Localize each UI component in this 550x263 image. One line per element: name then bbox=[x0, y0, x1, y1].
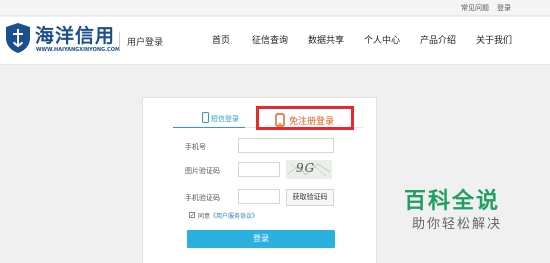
tab-sms-login[interactable]: 短信登录 bbox=[211, 114, 239, 124]
nav-personal-center[interactable]: 个人中心 bbox=[364, 33, 400, 46]
agreement-text: 同意《用户服务协议》 bbox=[198, 211, 258, 220]
shield-logo-icon bbox=[6, 23, 30, 53]
captcha-image[interactable]: 9G bbox=[286, 160, 332, 179]
watermark-subtitle: 助你轻松解决 bbox=[412, 217, 503, 232]
phone-input[interactable] bbox=[238, 138, 334, 153]
logo-text[interactable]: 海洋信用 bbox=[35, 21, 115, 48]
page-subtitle: 用户登录 bbox=[127, 38, 164, 48]
header: 海洋信用 WWW.HAIYANGXINYONG.COM 用户登录 首页 征信查询… bbox=[0, 17, 550, 65]
mobile-phone-icon bbox=[275, 113, 285, 127]
agree-prefix: 同意 bbox=[198, 213, 211, 220]
nav-home[interactable]: 首页 bbox=[212, 33, 230, 46]
agree-checkbox[interactable]: ✓ bbox=[189, 212, 195, 219]
captcha-text: 9G bbox=[296, 161, 316, 175]
sms-code-label: 手机验证码 bbox=[185, 194, 220, 202]
nav-product-intro[interactable]: 产品介绍 bbox=[420, 33, 456, 46]
watermark-title: 百科全说 bbox=[404, 189, 501, 214]
login-submit-button[interactable]: 登录 bbox=[187, 230, 335, 248]
service-agreement-link[interactable]: 《用户服务协议》 bbox=[210, 213, 258, 220]
top-bar: 常见问题 登录 bbox=[0, 0, 550, 16]
captcha-label: 图片验证码 bbox=[185, 167, 220, 175]
tab-active-underline bbox=[173, 127, 245, 128]
get-sms-code-button[interactable]: 获取验证码 bbox=[286, 189, 334, 206]
tab-free-label: 免注册登录 bbox=[289, 117, 335, 127]
sms-code-input[interactable] bbox=[238, 189, 280, 204]
logo-url: WWW.HAIYANGXINYONG.COM bbox=[36, 47, 120, 53]
faq-link[interactable]: 常见问题 bbox=[461, 3, 489, 13]
nav-data-share[interactable]: 数据共享 bbox=[308, 33, 344, 46]
nav-about-us[interactable]: 关于我们 bbox=[476, 33, 512, 46]
captcha-input[interactable] bbox=[238, 162, 280, 177]
tab-free-register-login[interactable]: 免注册登录 bbox=[256, 106, 354, 130]
top-login-link[interactable]: 登录 bbox=[497, 3, 511, 13]
phone-label: 手机号 bbox=[185, 143, 206, 151]
nav-credit-query[interactable]: 征信查询 bbox=[252, 33, 288, 46]
phone-outline-icon bbox=[202, 112, 209, 123]
logo-divider bbox=[119, 32, 120, 50]
login-card: 短信登录 免注册登录 手机号 图片验证码 9G 手机验证码 获取验证码 ✓ 同意… bbox=[142, 97, 377, 263]
